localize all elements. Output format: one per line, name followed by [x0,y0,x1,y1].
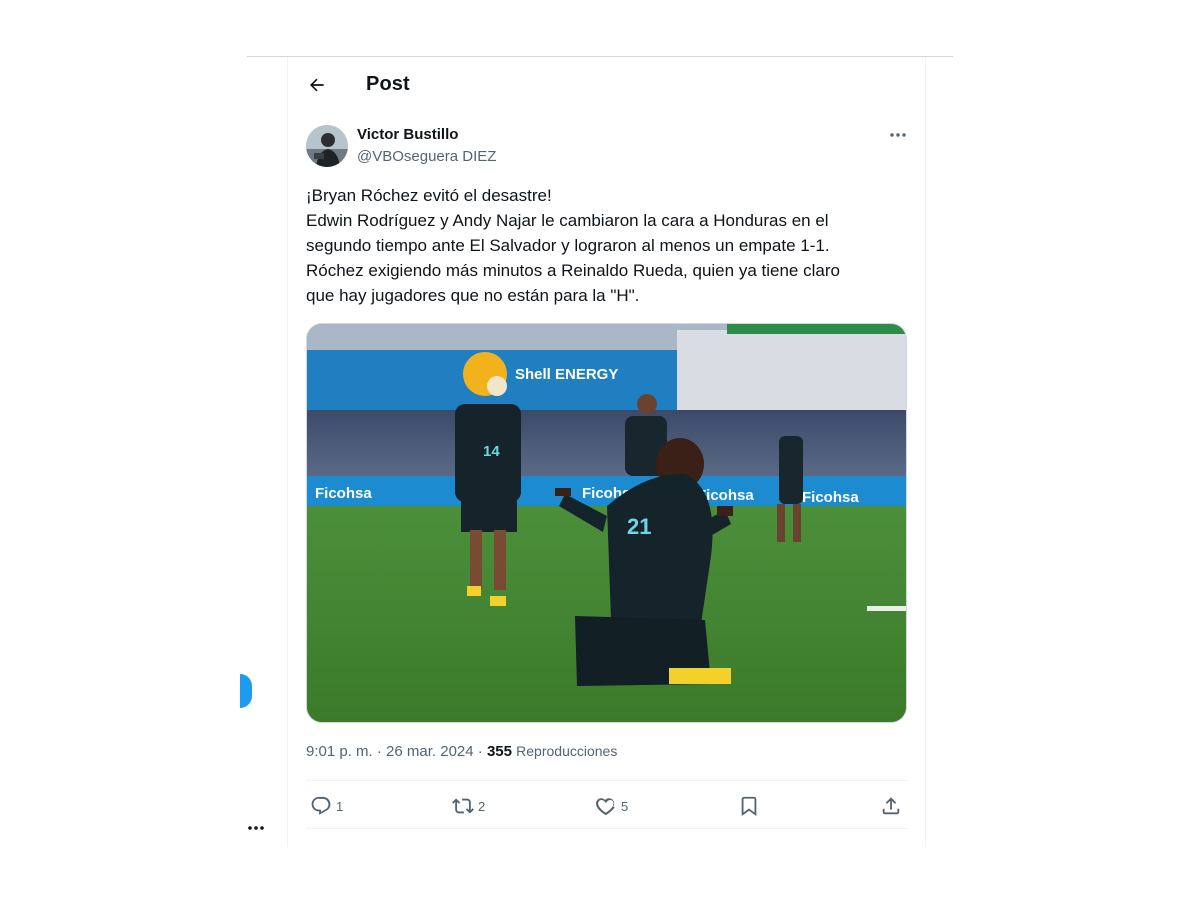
tweet-line: Róchez exigiendo más minutos a Reinaldo … [306,261,840,280]
ad-board-text: Ficohsa [802,489,859,506]
author-handle[interactable]: @VBOseguera DIEZ [357,148,496,165]
reply-count: 1 [336,798,344,814]
reply-icon [311,796,331,815]
post-button-edge[interactable] [240,674,252,708]
column-border-right [925,57,926,847]
author-name[interactable]: Victor Bustillo [357,126,458,143]
avatar[interactable] [306,125,348,167]
column-border-left [287,57,288,847]
post-date[interactable]: 26 mar. 2024 [386,743,474,760]
repost-count: 2 [478,798,486,814]
tweet-photo[interactable]: Shell ENERGY Ficohsa Ficohsa Ficohsa Fic… [306,323,907,723]
tweet-line: Edwin Rodríguez y Andy Najar le cambiaro… [306,211,829,230]
separator-dot: · [372,743,387,760]
tweet-line: segundo tiempo ante El Salvador y lograr… [306,236,830,255]
stadium-banner-text: Shell ENERGY [515,366,618,383]
like-button[interactable]: 5 [595,794,628,818]
divider [306,828,907,829]
page-header: Post [288,62,925,108]
reply-button[interactable]: 1 [310,794,343,818]
tweet-line: que hay jugadores que no están para la "… [306,286,640,305]
side-more-icon[interactable] [247,818,267,838]
football-celebration-photo: Shell ENERGY Ficohsa Ficohsa Ficohsa Fic… [307,324,906,722]
bookmark-icon [741,796,757,817]
more-icon[interactable] [886,124,910,146]
page-title: Post [366,73,410,95]
shirt-number: 14 [483,443,500,460]
share-button[interactable] [880,794,902,818]
shirt-number: 21 [627,514,651,539]
tweet-text: ¡Bryan Róchez evitó el desastre! Edwin R… [306,183,906,308]
ad-board-text: Ficohsa [315,485,372,502]
tweet-line: ¡Bryan Róchez evitó el desastre! [306,186,552,205]
like-icon [596,798,615,816]
views-label: Reproducciones [516,743,618,759]
share-icon [882,797,900,815]
bookmark-button[interactable] [738,794,760,818]
views-count: 355 [486,743,512,760]
post-time[interactable]: 9:01 p. m. [306,743,373,760]
post-metadata: 9:01 p. m. · 26 mar. 2024 · 355 Reproduc… [306,743,617,760]
action-bar: 1 2 5 [306,790,907,822]
repost-icon [452,798,474,814]
divider [306,780,907,781]
back-arrow-icon[interactable] [304,72,330,98]
repost-button[interactable]: 2 [452,794,485,818]
separator-dot: · [473,743,487,760]
top-divider [247,56,953,57]
like-count: 5 [621,798,629,814]
